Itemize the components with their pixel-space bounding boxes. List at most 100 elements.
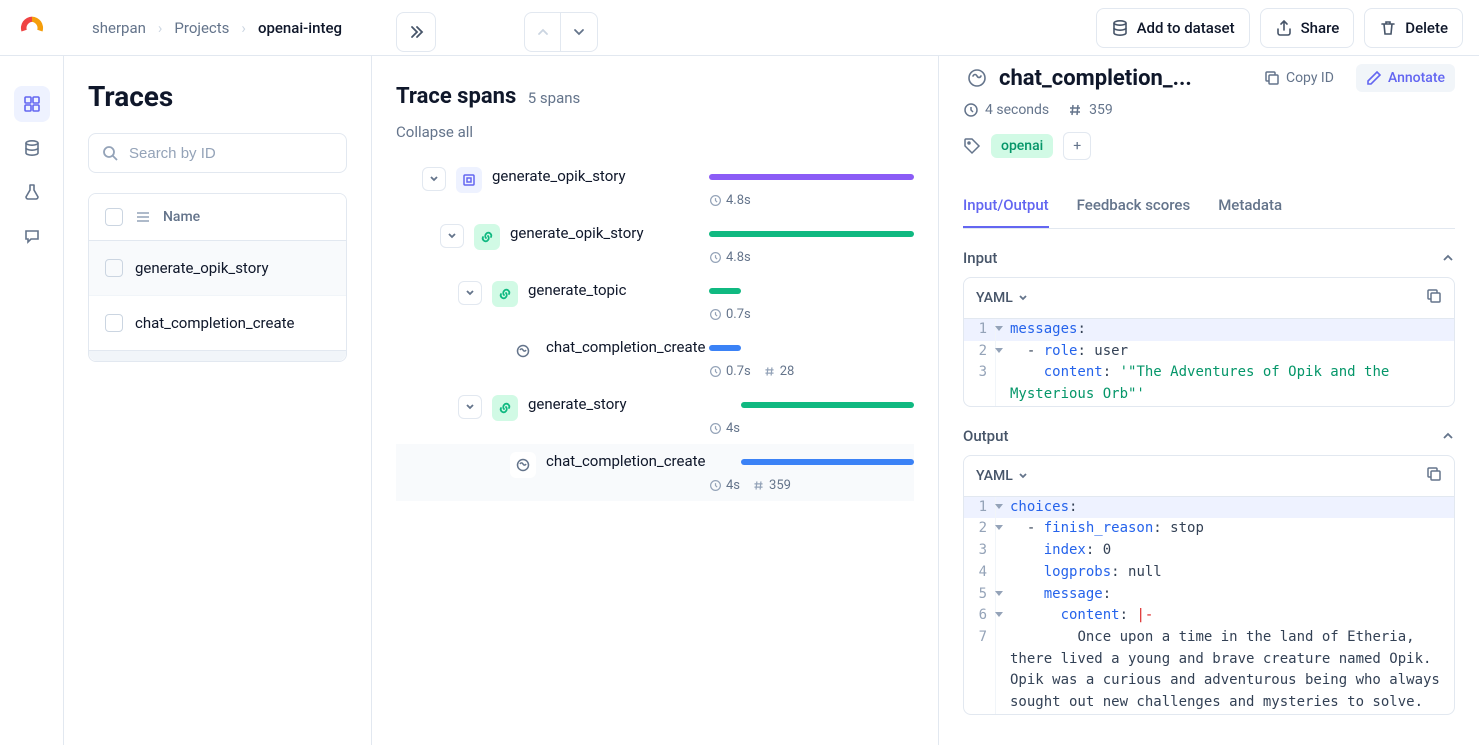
- select-all-checkbox[interactable]: [105, 208, 123, 226]
- input-section-toggle[interactable]: Input: [963, 249, 1455, 267]
- clock-icon: [709, 479, 722, 492]
- clock-icon: [709, 308, 722, 321]
- copy-code-button[interactable]: [1426, 466, 1442, 486]
- search-input-wrapper[interactable]: [88, 133, 347, 173]
- table-row[interactable]: generate_opik_story: [89, 241, 346, 296]
- duration-meta: 0.7s: [709, 364, 751, 379]
- hash-icon: [752, 479, 765, 492]
- format-selector[interactable]: YAML: [976, 468, 1029, 484]
- trace-name: chat_completion_create: [135, 314, 294, 332]
- clock-icon: [963, 102, 979, 118]
- horizontal-scrollbar[interactable]: [89, 351, 346, 361]
- tag-openai[interactable]: openai: [991, 134, 1053, 158]
- breadcrumb-current[interactable]: openai-integ: [258, 19, 342, 37]
- clock-icon: [709, 422, 722, 435]
- span-row[interactable]: generate_opik_story 4.8s: [396, 159, 914, 216]
- column-icon: [135, 209, 151, 225]
- duration-meta: 4.8s: [709, 250, 751, 265]
- duration-meta: 0.7s: [709, 307, 751, 322]
- duration-meta: 4s: [709, 478, 740, 493]
- tab-metadata[interactable]: Metadata: [1218, 184, 1282, 228]
- output-section-toggle[interactable]: Output: [963, 427, 1455, 445]
- prev-button[interactable]: [525, 13, 561, 51]
- table-row[interactable]: chat_completion_create: [89, 296, 346, 351]
- input-code-block: 1messages:2 - role: user3 content: '"The…: [964, 319, 1454, 406]
- span-row[interactable]: generate_topic 0.7s: [396, 273, 914, 330]
- span-row[interactable]: chat_completion_create 0.7s 28: [396, 330, 914, 387]
- duration-bar: [741, 402, 914, 408]
- collapse-all-button[interactable]: Collapse all: [396, 123, 914, 141]
- span-row[interactable]: generate_story 4s: [396, 387, 914, 444]
- search-icon: [101, 144, 119, 162]
- breadcrumb-user[interactable]: sherpan: [92, 19, 146, 37]
- nav-experiments[interactable]: [14, 174, 50, 210]
- duration-meta: 4.8s: [709, 193, 751, 208]
- output-code-block: 1choices:2 - finish_reason: stop3 index:…: [964, 497, 1454, 714]
- chevron-up-icon: [1441, 429, 1455, 443]
- chat-icon: [963, 64, 991, 92]
- expand-panel-button[interactable]: [396, 12, 436, 52]
- duration-bar: [709, 345, 741, 351]
- duration-meta: 4s: [709, 421, 740, 436]
- duration-bar: [709, 174, 914, 180]
- nav-feedback[interactable]: [14, 218, 50, 254]
- llm-icon: [456, 167, 482, 193]
- chain-icon: [492, 281, 518, 307]
- row-checkbox[interactable]: [105, 259, 123, 277]
- tokens-meta: 359: [1067, 102, 1113, 118]
- tokens-meta: 28: [763, 364, 795, 379]
- nav-traces[interactable]: [14, 86, 50, 122]
- hash-icon: [763, 365, 776, 378]
- row-checkbox[interactable]: [105, 314, 123, 332]
- chat-icon: [510, 338, 536, 364]
- copy-code-button[interactable]: [1426, 288, 1442, 308]
- format-selector[interactable]: YAML: [976, 290, 1029, 306]
- duration-meta: 4 seconds: [963, 102, 1049, 118]
- span-row[interactable]: chat_completion_create 4s 359: [396, 444, 914, 501]
- tab-feedback-scores[interactable]: Feedback scores: [1077, 184, 1191, 228]
- search-input[interactable]: [129, 145, 334, 162]
- add-tag-button[interactable]: +: [1063, 132, 1091, 160]
- tokens-meta: 359: [752, 478, 791, 493]
- add-to-dataset-button[interactable]: Add to dataset: [1096, 8, 1250, 48]
- app-logo[interactable]: [0, 14, 64, 42]
- prev-next-nav: [524, 12, 598, 52]
- expand-toggle[interactable]: [440, 224, 464, 248]
- span-name: generate_story: [528, 395, 627, 413]
- delete-button[interactable]: Delete: [1364, 8, 1463, 48]
- chevron-right-icon: ›: [158, 19, 163, 37]
- clock-icon: [709, 194, 722, 207]
- share-button[interactable]: Share: [1260, 8, 1355, 48]
- chevron-down-icon: [1017, 470, 1029, 482]
- expand-toggle[interactable]: [458, 281, 482, 305]
- chat-icon: [510, 452, 536, 478]
- next-button[interactable]: [561, 13, 597, 51]
- span-name: chat_completion_create: [546, 452, 705, 470]
- tab-input-output[interactable]: Input/Output: [963, 184, 1049, 228]
- spans-count: 5 spans: [528, 89, 581, 107]
- tag-icon: [963, 137, 981, 155]
- breadcrumb-projects[interactable]: Projects: [174, 19, 229, 37]
- span-row[interactable]: generate_opik_story 4.8s: [396, 216, 914, 273]
- breadcrumb: sherpan › Projects › openai-integ: [92, 19, 342, 37]
- chain-icon: [474, 224, 500, 250]
- hash-icon: [1067, 102, 1083, 118]
- annotate-button[interactable]: Annotate: [1356, 64, 1455, 92]
- nav-datasets[interactable]: [14, 130, 50, 166]
- expand-toggle[interactable]: [422, 167, 446, 191]
- chevron-right-icon: ›: [241, 19, 246, 37]
- expand-toggle[interactable]: [458, 395, 482, 419]
- duration-bar: [709, 288, 741, 294]
- trace-name: generate_opik_story: [135, 259, 269, 277]
- page-title: Traces: [88, 80, 347, 113]
- table-header: Name: [89, 194, 346, 241]
- duration-bar: [709, 231, 914, 237]
- copy-id-button[interactable]: Copy ID: [1254, 64, 1344, 92]
- span-name: generate_topic: [528, 281, 626, 299]
- spans-heading: Trace spans: [396, 84, 516, 109]
- span-name: generate_opik_story: [510, 224, 644, 242]
- span-name: chat_completion_create: [546, 338, 705, 356]
- chain-icon: [492, 395, 518, 421]
- duration-bar: [741, 459, 914, 465]
- clock-icon: [709, 251, 722, 264]
